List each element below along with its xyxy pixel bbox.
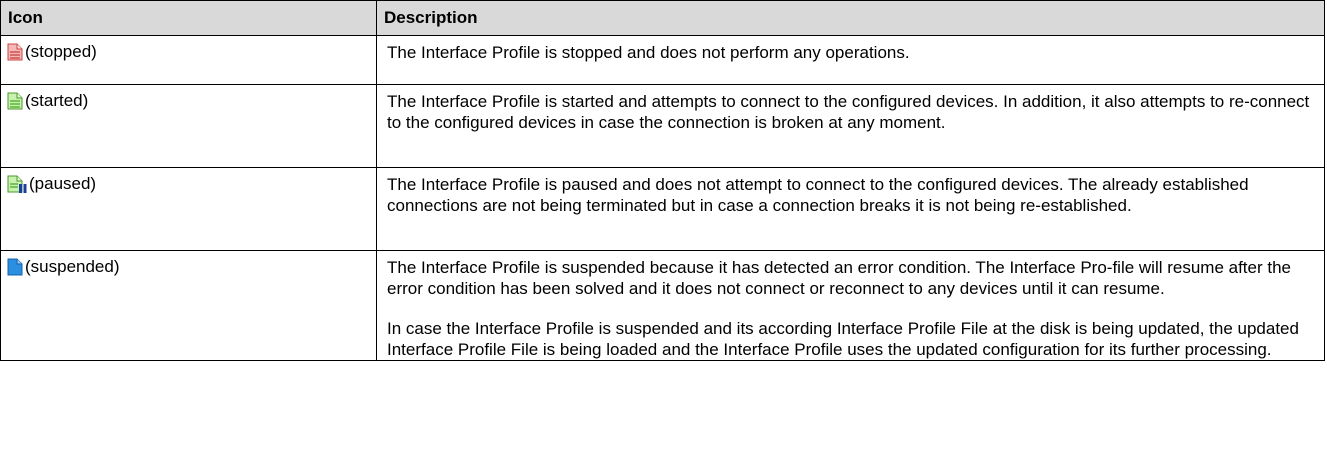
state-label: (paused) [29,174,97,193]
description-column-header: Description [376,0,1325,36]
red-document-icon [7,43,23,61]
description-text: The Interface Profile is started and att… [387,92,1310,132]
table-header-row: Icon Description [0,0,1325,36]
description-cell: The Interface Profile is stopped and doe… [376,35,1325,85]
description-text: In case the Interface Profile is suspend… [387,319,1299,359]
table-row: (suspended) The Interface Profile is sus… [0,250,1325,361]
description-text: The Interface Profile is paused and does… [387,175,1249,215]
icon-cell: (paused) [0,167,377,251]
blue-document-icon [7,258,23,276]
table-row: (paused) The Interface Profile is paused… [0,167,1325,251]
status-table: Icon Description (stopped) The Interface… [0,0,1325,361]
table-row: (stopped) The Interface Profile is stopp… [0,35,1325,85]
description-cell: The Interface Profile is started and att… [376,84,1325,168]
description-text: The Interface Profile is stopped and doe… [387,43,910,62]
description-cell: The Interface Profile is paused and does… [376,167,1325,251]
state-label: (stopped) [25,42,97,61]
icon-cell: (started) [0,84,377,168]
description-text: The Interface Profile is suspended becau… [387,258,1292,298]
state-label: (started) [25,91,89,110]
description-cell: The Interface Profile is suspended becau… [376,250,1325,361]
green-document-paused-icon [7,175,27,193]
green-document-icon [7,92,23,110]
table-row: (started) The Interface Profile is start… [0,84,1325,168]
icon-cell: (suspended) [0,250,377,361]
icon-cell: (stopped) [0,35,377,85]
state-label: (suspended) [25,257,120,276]
icon-column-header: Icon [0,0,377,36]
